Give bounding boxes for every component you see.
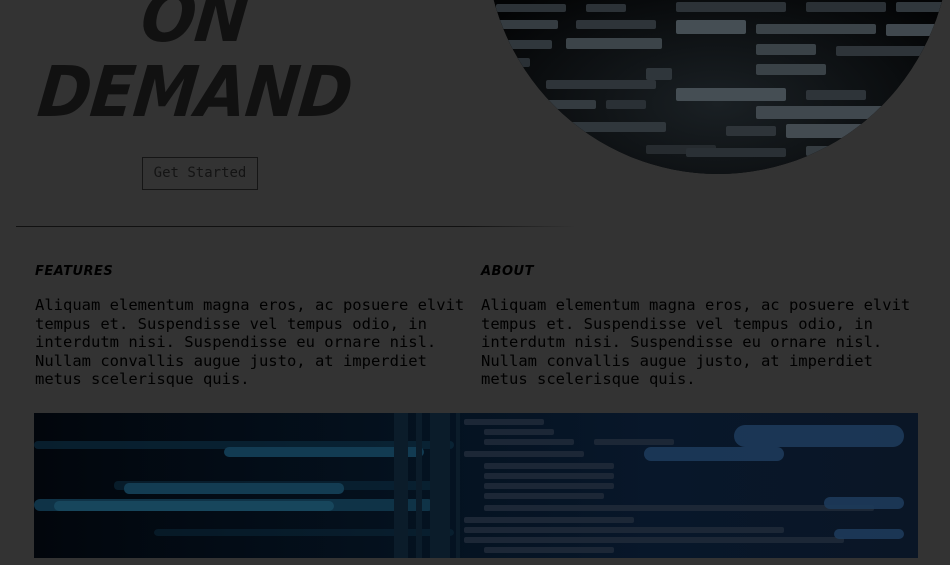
- features-text: Aliquam elementum magna eros, ac posuere…: [35, 296, 465, 388]
- get-started-button[interactable]: Get Started: [142, 157, 258, 190]
- hero-title-line-2: Demand: [34, 51, 356, 133]
- hero-title-line-1: On: [137, 0, 253, 58]
- about-text: Aliquam elementum magna eros, ac posuere…: [481, 296, 911, 388]
- hero-code-image: [486, 0, 950, 174]
- section-divider: [16, 226, 576, 227]
- about-heading: About: [481, 264, 534, 279]
- code-banner-graphic: [34, 413, 918, 558]
- code-screen-graphic: [486, 0, 950, 174]
- features-heading: Features: [35, 264, 114, 279]
- code-banner-image: [34, 413, 918, 558]
